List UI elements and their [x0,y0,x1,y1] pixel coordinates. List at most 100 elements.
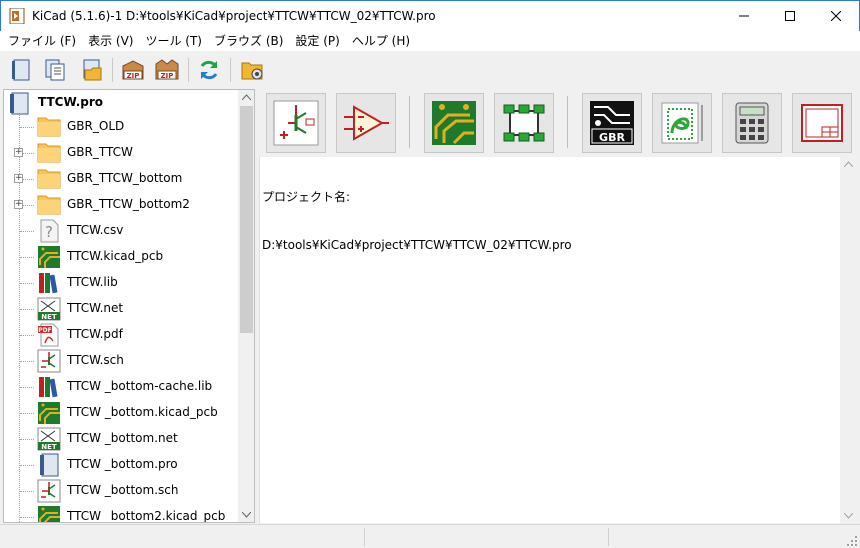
toolbar-separator [230,58,231,82]
pcb-file-icon [37,245,61,272]
open-project-button[interactable] [76,55,106,85]
pcb-calculator-button[interactable] [722,93,782,153]
tree-item[interactable]: + GBR_TTCW [4,140,238,166]
messages-scrollbar[interactable] [840,157,857,523]
menu-help[interactable]: ヘルプ (H) [346,31,416,51]
menu-file[interactable]: ファイル (F) [2,31,82,51]
scroll-up-icon[interactable] [242,94,251,100]
tree-item-label: GBR_TTCW_bottom2 [67,197,190,211]
tree-item[interactable]: TTCW.lib [4,270,238,296]
archive-project-button[interactable]: ZIP [118,55,148,85]
netlist-file-icon: NET [37,297,61,324]
gerber-viewer-icon: GBR [590,101,634,145]
svg-text:NET: NET [41,443,57,451]
unarchive-project-button[interactable]: ZIP [152,55,182,85]
menu-tools[interactable]: ツール (T) [139,31,208,51]
menu-browse[interactable]: ブラウズ (B) [208,31,289,51]
menu-view[interactable]: 表示 (V) [82,31,139,51]
tree-item[interactable]: TTCW _bottom.pro [4,452,238,478]
folder-icon [37,193,61,218]
tree-item[interactable]: TTCW _bottom.kicad_pcb [4,400,238,426]
window-title: KiCad (5.1.6)-1 D:¥tools¥KiCad¥project¥T… [32,9,436,23]
resize-grip-icon[interactable] [846,535,858,547]
toolbar-separator [112,58,113,82]
folder-icon [37,167,61,192]
template-icon [45,59,65,81]
tree-item[interactable]: ? TTCW.csv [4,218,238,244]
refresh-button[interactable] [194,55,224,85]
toolbar-separator [188,58,189,82]
library-file-icon [37,271,61,298]
tree-root[interactable]: TTCW.pro [4,90,238,116]
menu-preferences[interactable]: 設定 (P) [289,31,345,51]
tree-item[interactable]: TTCW _bottom-cache.lib [4,374,238,400]
tree-item[interactable]: NET TTCW.net [4,296,238,322]
tree-item-label: TTCW _bottom.sch [67,483,179,497]
expand-toggle-icon[interactable]: + [14,200,23,209]
tree-item[interactable]: + GBR_TTCW_bottom2 [4,192,238,218]
launcher-separator [567,96,568,148]
pcb-editor-button[interactable] [424,93,484,153]
pdf-file-icon: PDF [37,323,61,350]
new-project-button[interactable] [6,55,36,85]
close-button[interactable] [813,1,859,31]
maximize-button[interactable] [767,1,813,31]
page-layout-icon [801,104,843,142]
message-line-project-path: D:¥tools¥KiCad¥project¥TTCW¥TTCW_02¥TTCW… [262,238,572,252]
tree-item-label: TTCW _bottom.kicad_pcb [67,405,218,419]
image-converter-button[interactable] [652,93,712,153]
tree-root-label: TTCW.pro [38,95,104,109]
new-project-icon [12,59,30,81]
project-file-icon [37,453,61,480]
symbol-editor-button[interactable] [336,93,396,153]
message-line-project-label: プロジェクト名: [262,190,351,204]
footprint-editor-button[interactable] [494,93,554,153]
tree-item-label: GBR_TTCW [67,145,133,159]
svg-text:?: ? [45,223,53,241]
svg-text:NET: NET [41,313,57,321]
tree-item[interactable]: + GBR_TTCW_bottom [4,166,238,192]
tree-connector [20,387,34,388]
open-project-directory-button[interactable] [238,55,268,85]
tree-item-label: GBR_TTCW_bottom [67,171,183,185]
svg-text:ZIP: ZIP [161,72,174,80]
scroll-up-icon[interactable] [844,161,853,167]
tree-item[interactable]: GBR_OLD [4,114,238,140]
expand-toggle-icon[interactable]: + [14,148,23,157]
project-tree: TTCW.pro GBR_OLD + GBR_TTCW + GBR_TTCW_botto… [3,89,255,523]
tree-item[interactable]: TTCW.kicad_pcb [4,244,238,270]
tree-connector [20,491,34,492]
unzip-archive-icon: ZIP [155,59,179,80]
launcher-bar: GBR [259,89,857,157]
tree-item-label: GBR_OLD [67,119,125,133]
tree-item-label: TTCW.net [67,301,124,315]
tree-item-label: TTCW _bottom.net [67,431,178,445]
unknown-file-icon: ? [37,219,61,246]
tree-item[interactable]: TTCW _bottom.sch [4,478,238,504]
scroll-down-icon[interactable] [844,513,853,519]
page-layout-editor-button[interactable] [792,93,852,153]
tree-item-label: TTCW.csv [67,223,124,237]
project-file-icon [10,92,29,115]
scroll-down-icon[interactable] [242,512,251,518]
tree-connector [20,439,34,440]
kicad-app-icon [9,7,25,25]
tree-item-label: TTCW.sch [67,353,124,367]
schematic-file-icon [37,349,61,376]
folder-gear-icon [241,62,263,80]
expand-toggle-icon[interactable]: + [14,174,23,183]
gerber-viewer-button[interactable]: GBR [582,93,642,153]
schematic-editor-icon [273,100,319,146]
tree-item[interactable]: TTCW.sch [4,348,238,374]
tree-item[interactable]: NET TTCW _bottom.net [4,426,238,452]
tree-item[interactable]: PDF TTCW.pdf [4,322,238,348]
schematic-file-icon [37,479,61,506]
new-from-template-button[interactable] [40,55,70,85]
tree-scroll-thumb[interactable] [240,106,253,333]
schematic-editor-button[interactable] [266,93,326,153]
tree-item-label: TTCW _bottom.pro [67,457,178,471]
svg-text:GBR: GBR [599,131,625,144]
minimize-button[interactable] [721,1,767,31]
messages-panel: プロジェクト名: D:¥tools¥KiCad¥project¥TTCW¥TTC… [259,157,857,523]
tree-item[interactable]: TTCW _bottom2.kicad_pcb [4,504,238,522]
